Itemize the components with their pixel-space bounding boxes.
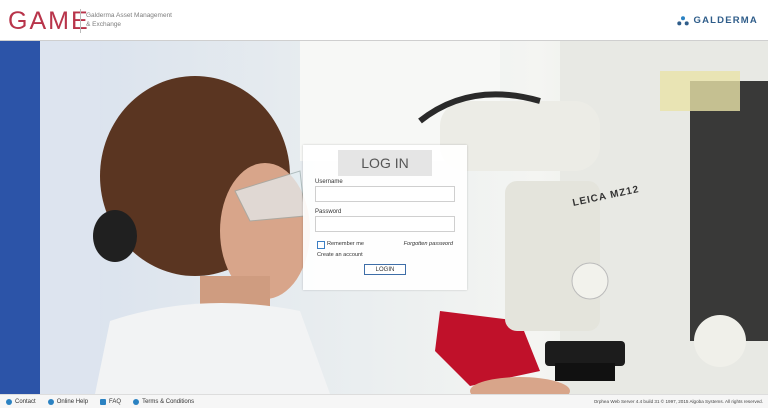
username-input[interactable] xyxy=(315,186,455,202)
app-header: GAME Galderma Asset Management & Exchang… xyxy=(0,0,768,41)
app-subtitle-line1: Galderma Asset Management xyxy=(86,12,172,19)
login-button[interactable]: LOGIN xyxy=(364,264,406,275)
login-title: LOG IN xyxy=(338,150,432,176)
app-footer: Contact Online Help FAQ Terms & Conditio… xyxy=(0,394,768,408)
galderma-logo-icon xyxy=(676,15,689,25)
login-panel: LOG IN Username Password Remember me For… xyxy=(303,145,467,290)
footer-contact-link[interactable]: Contact xyxy=(6,398,36,405)
contact-icon xyxy=(6,398,12,405)
footer-faq-label: FAQ xyxy=(109,398,122,405)
faq-icon xyxy=(100,398,107,405)
password-label: Password xyxy=(315,209,342,215)
logo-divider xyxy=(80,9,81,33)
brand-logo: GALDERMA xyxy=(676,15,759,26)
create-account-link[interactable]: Create an account xyxy=(317,252,363,258)
app-subtitle-line2: & Exchange xyxy=(86,21,122,28)
footer-contact-label: Contact xyxy=(15,398,36,405)
footer-faq-link[interactable]: FAQ xyxy=(100,398,122,405)
forgotten-password-link[interactable]: Forgotten password xyxy=(404,241,453,247)
copyright-text: Orphea Web Server 4.4 build 31 © 1997, 2… xyxy=(593,399,763,404)
username-label: Username xyxy=(315,179,343,185)
footer-help-label: Online Help xyxy=(56,398,89,405)
footer-terms-label: Terms & Conditions xyxy=(142,398,195,405)
app-subtitle: Galderma Asset Management & Exchange xyxy=(86,11,176,29)
remember-me-label[interactable]: Remember me xyxy=(327,241,364,247)
password-input[interactable] xyxy=(315,216,455,232)
remember-me-checkbox[interactable] xyxy=(317,241,325,249)
footer-help-link[interactable]: Online Help xyxy=(47,398,89,405)
app-logo[interactable]: GAME xyxy=(8,7,90,36)
brand-name: GALDERMA xyxy=(693,15,758,26)
help-icon xyxy=(47,398,54,405)
terms-icon xyxy=(133,398,140,405)
footer-terms-link[interactable]: Terms & Conditions xyxy=(133,398,195,405)
